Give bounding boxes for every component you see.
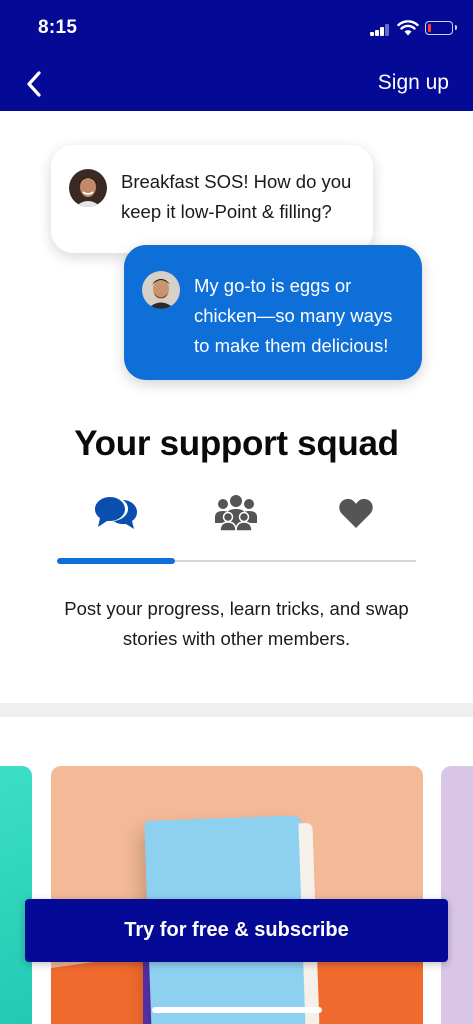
section-divider [0, 703, 473, 717]
chat-bubble-reply: My go-to is eggs or chicken—so many ways… [124, 245, 422, 380]
tab-groups[interactable] [213, 493, 259, 533]
group-icon [215, 495, 257, 531]
carousel-card-prev[interactable] [0, 766, 32, 1024]
carousel-card-current[interactable] [51, 766, 423, 1024]
top-bar: 8:15 Sign up [0, 0, 473, 111]
chat-bubble-member: Breakfast SOS! How do you keep it low-Po… [51, 145, 373, 253]
chat-message-text: Breakfast SOS! How do you keep it low-Po… [121, 171, 352, 222]
heart-icon [339, 498, 373, 528]
tab-progress-track [57, 558, 416, 564]
feature-description: Post your progress, learn tricks, and sw… [64, 598, 409, 649]
avatar-woman [69, 169, 107, 207]
feature-tabs [57, 493, 416, 537]
avatar-man [142, 271, 180, 309]
chat-bubbles-icon [95, 497, 137, 529]
image-carousel[interactable] [0, 766, 473, 1024]
try-free-subscribe-button[interactable]: Try for free & subscribe [25, 899, 448, 962]
battery-icon [425, 21, 457, 35]
tab-chat[interactable] [93, 493, 139, 533]
chat-message-text: My go-to is eggs or chicken—so many ways… [194, 275, 393, 356]
wifi-icon [397, 20, 419, 36]
home-indicator [152, 1007, 322, 1013]
tab-favorites[interactable] [333, 493, 379, 533]
tab-progress-indicator [57, 558, 176, 564]
back-button[interactable] [16, 66, 52, 102]
section-title: Your support squad [74, 424, 399, 463]
carousel-card-next[interactable] [441, 766, 473, 1024]
chevron-left-icon [27, 71, 41, 97]
sign-up-link[interactable]: Sign up [378, 71, 449, 95]
cellular-signal-icon [370, 24, 390, 36]
status-time: 8:15 [38, 17, 78, 38]
status-bar: 8:15 [0, 0, 473, 56]
